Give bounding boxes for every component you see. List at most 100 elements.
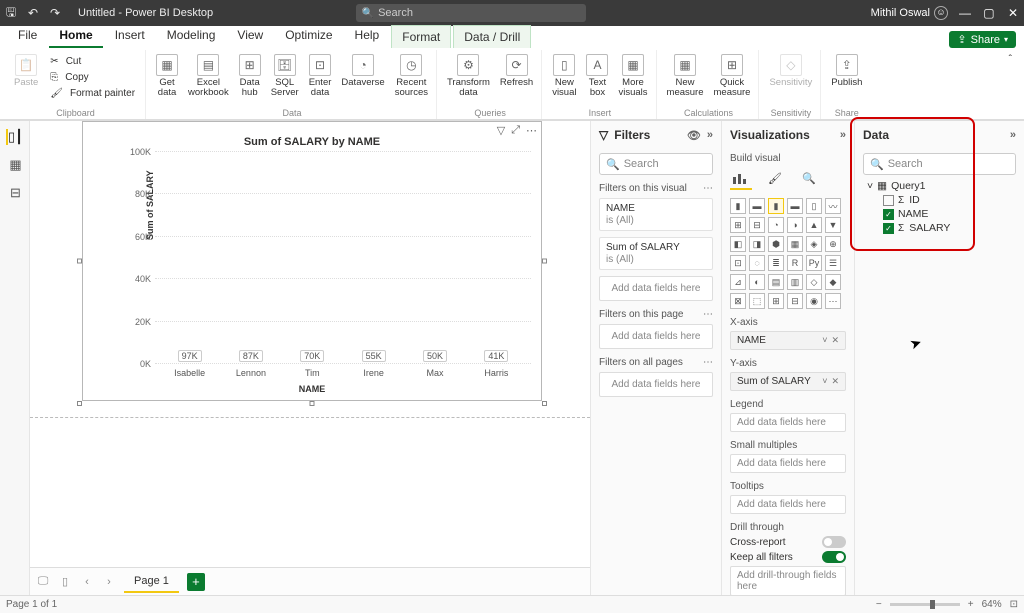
prev-page-icon[interactable]: ‹	[80, 576, 94, 588]
title-search[interactable]: 🔍 Search	[356, 4, 586, 22]
dataverse-button[interactable]: ◔Dataverse	[339, 52, 386, 101]
format-painter-button[interactable]: 🖌Format painter	[46, 86, 139, 101]
field-name[interactable]: ✓NAME	[865, 207, 1014, 221]
format-tab[interactable]: 🖌	[764, 168, 786, 190]
yaxis-field[interactable]: Sum of SALARY˅✕	[730, 372, 846, 391]
table-node[interactable]: ˅▦Query1	[865, 179, 1014, 193]
report-view-icon[interactable]: ▯┃	[6, 129, 24, 145]
copy-button[interactable]: ⎘Copy	[46, 70, 139, 85]
zoom-slider[interactable]	[890, 603, 960, 606]
build-tab[interactable]	[730, 168, 752, 190]
close-icon[interactable]: ✕	[1006, 6, 1020, 20]
share-button[interactable]: ⇪Share▾	[949, 31, 1016, 48]
viz-type-30[interactable]: ⊠	[730, 293, 746, 309]
zoom-out-icon[interactable]: −	[876, 599, 882, 610]
more-visuals-button[interactable]: ▦More visuals	[616, 52, 649, 101]
drill-drop[interactable]: Add drill-through fields here	[730, 566, 846, 595]
filters-search[interactable]: 🔍Search	[599, 153, 713, 175]
paste-button[interactable]: 📋Paste	[12, 52, 40, 101]
field-salary[interactable]: ✓ΣSALARY	[865, 221, 1014, 235]
viz-type-33[interactable]: ⊟	[787, 293, 803, 309]
more-icon[interactable]: ⋯	[703, 309, 713, 320]
viz-type-35[interactable]: ⋯	[825, 293, 841, 309]
viz-type-34[interactable]: ◉	[806, 293, 822, 309]
more-icon[interactable]: ⋯	[703, 357, 713, 368]
tab-optimize[interactable]: Optimize	[275, 24, 342, 48]
bar-chart-visual[interactable]: ▽ ⤢ ⋯ Sum of SALARY by NAME Sum of SALAR…	[82, 121, 542, 401]
sensitivity-button[interactable]: ◇Sensitivity	[767, 52, 814, 90]
excel-button[interactable]: ▤Excel workbook	[186, 52, 231, 101]
more-icon[interactable]: ⋯	[703, 183, 713, 194]
visual-more-icon[interactable]: ⋯	[526, 124, 537, 137]
viz-type-1[interactable]: ▬	[749, 198, 765, 214]
collapse-data-icon[interactable]: »	[1010, 129, 1016, 141]
collapse-viz-icon[interactable]: »	[840, 129, 846, 141]
viz-type-12[interactable]: ◧	[730, 236, 746, 252]
checkbox[interactable]: ✓	[883, 209, 894, 220]
viz-type-11[interactable]: ▼	[825, 217, 841, 233]
chevron-down-icon[interactable]: ˅	[822, 376, 827, 387]
data-hub-button[interactable]: ⊞Data hub	[237, 52, 263, 101]
add-visual-filter[interactable]: Add data fields here	[599, 276, 713, 301]
tab-insert[interactable]: Insert	[105, 24, 155, 48]
desktop-layout-icon[interactable]: 🖵	[36, 575, 50, 588]
viz-type-2[interactable]: ▮	[768, 198, 784, 214]
viz-type-13[interactable]: ◨	[749, 236, 765, 252]
refresh-button[interactable]: ⟳Refresh	[498, 52, 535, 101]
viz-type-28[interactable]: ◇	[806, 274, 822, 290]
viz-type-6[interactable]: ⊞	[730, 217, 746, 233]
filter-visual-icon[interactable]: ▽	[497, 124, 505, 137]
viz-type-20[interactable]: ≣	[768, 255, 784, 271]
viz-type-27[interactable]: ▥	[787, 274, 803, 290]
viz-type-14[interactable]: ⬢	[768, 236, 784, 252]
viz-type-15[interactable]: ▦	[787, 236, 803, 252]
data-search[interactable]: 🔍Search	[863, 153, 1016, 175]
add-page-filter[interactable]: Add data fields here	[599, 324, 713, 349]
transform-button[interactable]: ⚙Transform data	[445, 52, 492, 101]
publish-button[interactable]: ⇪Publish	[829, 52, 864, 90]
viz-type-10[interactable]: ▲	[806, 217, 822, 233]
tab-home[interactable]: Home	[49, 24, 102, 48]
viz-type-31[interactable]: ⬚	[749, 293, 765, 309]
enter-data-button[interactable]: ⊡Enter data	[307, 52, 334, 101]
tab-data-drill[interactable]: Data / Drill	[453, 25, 531, 48]
save-icon[interactable]: 🖫	[4, 6, 18, 20]
tab-help[interactable]: Help	[345, 24, 390, 48]
tab-format[interactable]: Format	[391, 25, 451, 48]
undo-icon[interactable]: ↶	[26, 6, 40, 20]
remove-icon[interactable]: ✕	[831, 376, 839, 387]
viz-type-23[interactable]: ☰	[825, 255, 841, 271]
viz-type-29[interactable]: ◆	[825, 274, 841, 290]
viz-type-9[interactable]: ◑	[787, 217, 803, 233]
new-visual-button[interactable]: ▯New visual	[550, 52, 578, 101]
new-measure-button[interactable]: ▦New measure	[665, 52, 706, 101]
show-filter-icon[interactable]: 👁	[687, 129, 701, 142]
viz-type-19[interactable]: ◌	[749, 255, 765, 271]
fit-page-icon[interactable]: ⊡	[1010, 599, 1018, 610]
remove-icon[interactable]: ✕	[831, 335, 839, 346]
mobile-layout-icon[interactable]: ▯	[58, 575, 72, 588]
recent-sources-button[interactable]: ◷Recent sources	[393, 52, 430, 101]
sql-button[interactable]: 🗄SQL Server	[269, 52, 301, 101]
cut-button[interactable]: ✂Cut	[46, 54, 139, 69]
checkbox[interactable]	[883, 195, 894, 206]
user-account[interactable]: Mithil Oswal ☺	[871, 6, 948, 20]
legend-drop[interactable]: Add data fields here	[730, 413, 846, 432]
checkbox[interactable]: ✓	[883, 223, 894, 234]
viz-type-3[interactable]: ▬	[787, 198, 803, 214]
xaxis-field[interactable]: NAME˅✕	[730, 331, 846, 350]
viz-type-32[interactable]: ⊞	[768, 293, 784, 309]
tab-view[interactable]: View	[227, 24, 273, 48]
viz-type-0[interactable]: ▮	[730, 198, 746, 214]
viz-type-8[interactable]: ◔	[768, 217, 784, 233]
viz-type-17[interactable]: ⊕	[825, 236, 841, 252]
chevron-down-icon[interactable]: ˅	[822, 335, 827, 346]
tooltips-drop[interactable]: Add data fields here	[730, 495, 846, 514]
zoom-in-icon[interactable]: +	[968, 599, 974, 610]
viz-type-22[interactable]: Py	[806, 255, 822, 271]
page-tab[interactable]: Page 1	[124, 571, 179, 593]
viz-type-21[interactable]: R	[787, 255, 803, 271]
focus-icon[interactable]: ⤢	[511, 124, 520, 137]
viz-type-16[interactable]: ◈	[806, 236, 822, 252]
redo-icon[interactable]: ↷	[48, 6, 62, 20]
